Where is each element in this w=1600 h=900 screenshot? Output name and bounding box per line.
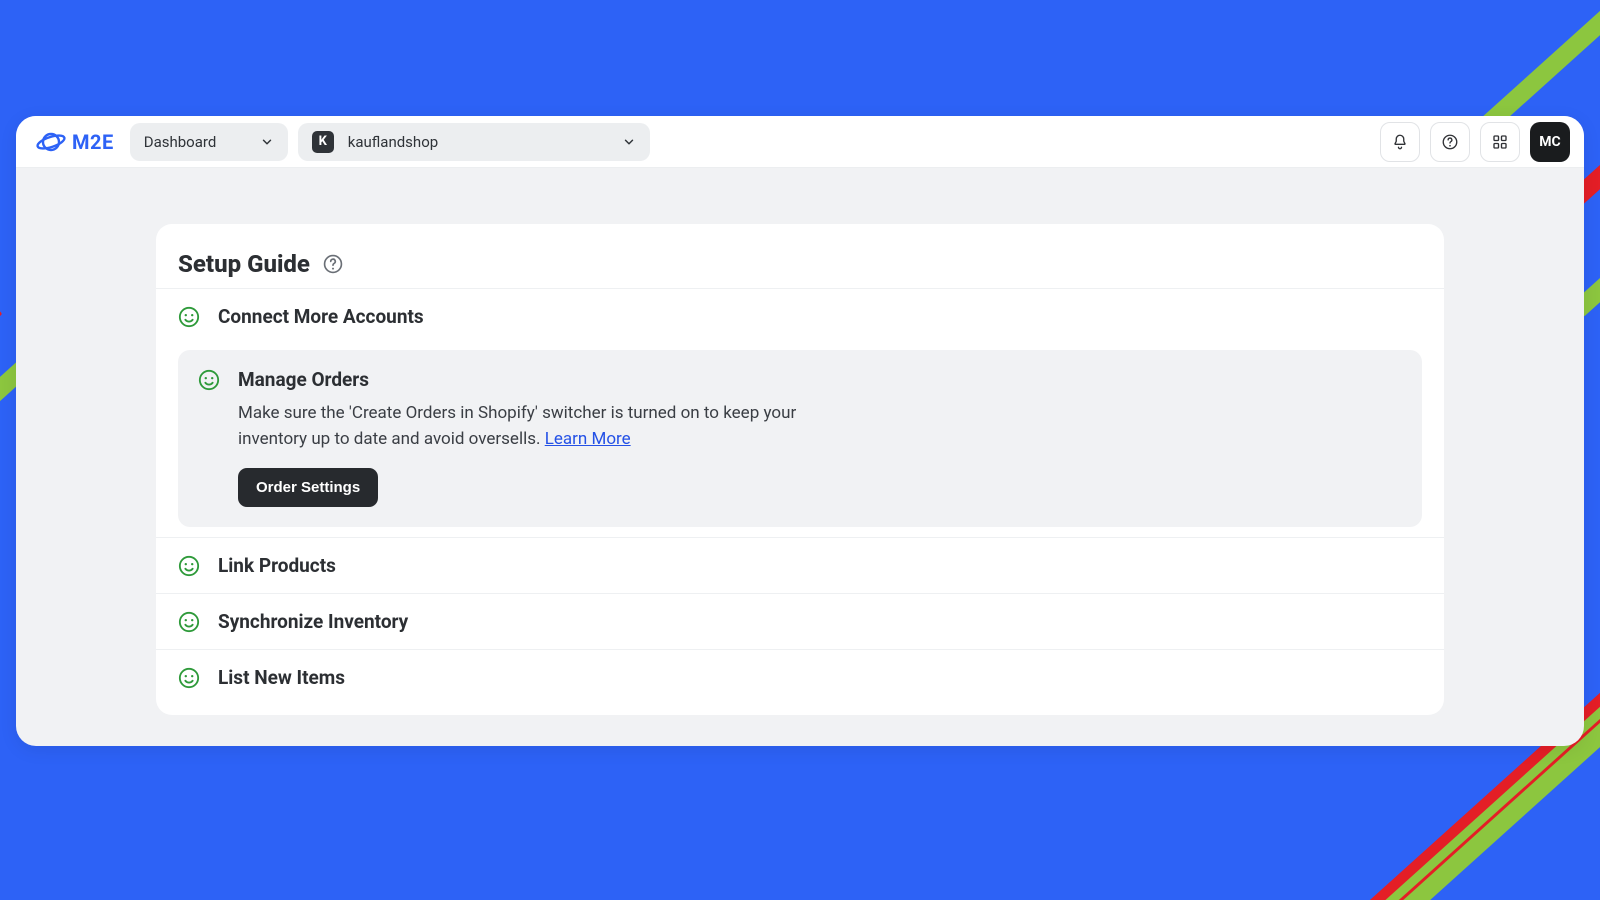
decoration-stripe <box>0 301 2 542</box>
step-description-text: Make sure the 'Create Orders in Shopify'… <box>238 403 796 449</box>
smile-icon <box>178 611 200 633</box>
learn-more-link[interactable]: Learn More <box>545 429 631 449</box>
step-list-new-items[interactable]: List New Items <box>156 649 1444 705</box>
step-title: Synchronize Inventory <box>218 610 408 633</box>
chevron-down-icon <box>260 135 274 149</box>
step-manage-orders-header[interactable]: Manage Orders <box>198 368 1402 391</box>
step-title: List New Items <box>218 666 345 689</box>
setup-guide-card: Setup Guide Connect More Accounts <box>156 224 1444 715</box>
user-avatar[interactable]: MC <box>1530 122 1570 162</box>
notifications-button[interactable] <box>1380 122 1420 162</box>
apps-grid-icon <box>1491 133 1509 151</box>
help-icon[interactable] <box>322 253 344 275</box>
nav-dropdown-label: Dashboard <box>144 133 217 151</box>
top-bar: M2E Dashboard K kauflandshop <box>16 116 1584 168</box>
order-settings-button[interactable]: Order Settings <box>238 468 378 507</box>
step-link-products[interactable]: Link Products <box>156 537 1444 593</box>
step-title: Manage Orders <box>238 368 369 391</box>
bell-icon <box>1391 133 1409 151</box>
step-synchronize-inventory[interactable]: Synchronize Inventory <box>156 593 1444 649</box>
planet-icon <box>36 130 66 154</box>
page-content: Setup Guide Connect More Accounts <box>16 168 1584 746</box>
shop-dropdown[interactable]: K kauflandshop <box>298 123 650 161</box>
step-body: Make sure the 'Create Orders in Shopify'… <box>238 401 858 507</box>
smile-icon <box>198 369 220 391</box>
step-title: Connect More Accounts <box>218 305 424 328</box>
chevron-down-icon <box>622 135 636 149</box>
logo-text: M2E <box>72 130 114 154</box>
nav-dropdown[interactable]: Dashboard <box>130 123 288 161</box>
page-title: Setup Guide <box>178 250 310 278</box>
card-header: Setup Guide <box>156 250 1444 288</box>
step-description: Make sure the 'Create Orders in Shopify'… <box>238 401 858 452</box>
app-logo[interactable]: M2E <box>30 130 120 154</box>
help-icon <box>1441 133 1459 151</box>
smile-icon <box>178 555 200 577</box>
smile-icon <box>178 667 200 689</box>
apps-button[interactable] <box>1480 122 1520 162</box>
step-manage-orders: Manage Orders Make sure the 'Create Orde… <box>178 350 1422 527</box>
avatar-initials: MC <box>1539 134 1560 150</box>
step-title: Link Products <box>218 554 336 577</box>
help-button[interactable] <box>1430 122 1470 162</box>
smile-icon <box>178 306 200 328</box>
shop-badge-icon: K <box>312 131 334 153</box>
app-window: M2E Dashboard K kauflandshop <box>16 116 1584 746</box>
shop-dropdown-label: kauflandshop <box>348 133 438 151</box>
step-connect-accounts[interactable]: Connect More Accounts <box>156 288 1444 344</box>
